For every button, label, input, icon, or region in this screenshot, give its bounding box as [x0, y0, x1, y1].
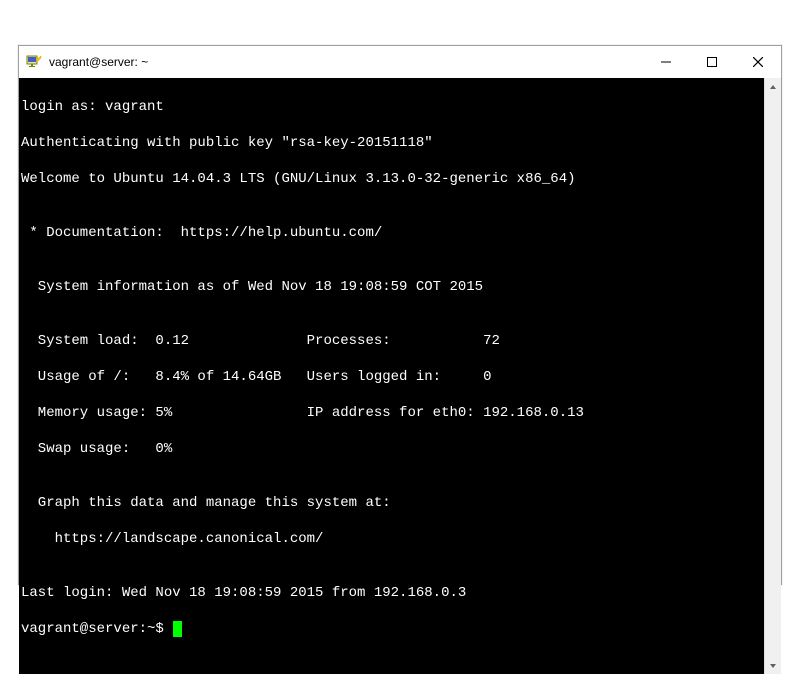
term-line: Usage of /: 8.4% of 14.64GB Users logged…	[21, 368, 764, 386]
cursor-block	[173, 621, 182, 637]
term-line: * Documentation: https://help.ubuntu.com…	[21, 224, 764, 242]
maximize-button[interactable]	[689, 46, 735, 78]
term-line: System load: 0.12 Processes: 72	[21, 332, 764, 350]
scroll-down-arrow-icon[interactable]	[765, 657, 781, 674]
window-titlebar[interactable]: vagrant@server: ~	[19, 46, 781, 78]
term-line: login as: vagrant	[21, 98, 764, 116]
minimize-button[interactable]	[643, 46, 689, 78]
window-title: vagrant@server: ~	[49, 55, 643, 69]
term-line: https://landscape.canonical.com/	[21, 530, 764, 548]
putty-window: vagrant@server: ~ login as: vagrant Auth…	[18, 45, 782, 585]
term-line: Authenticating with public key "rsa-key-…	[21, 134, 764, 152]
putty-icon	[25, 53, 43, 71]
term-line: System information as of Wed Nov 18 19:0…	[21, 278, 764, 296]
term-line: Memory usage: 5% IP address for eth0: 19…	[21, 404, 764, 422]
client-area: login as: vagrant Authenticating with pu…	[19, 78, 781, 674]
scroll-up-arrow-icon[interactable]	[765, 78, 781, 95]
term-line: Graph this data and manage this system a…	[21, 494, 764, 512]
window-controls	[643, 46, 781, 78]
shell-prompt: vagrant@server:~$	[21, 621, 172, 637]
term-line: Swap usage: 0%	[21, 440, 764, 458]
prompt-line: vagrant@server:~$	[21, 620, 764, 638]
terminal-output[interactable]: login as: vagrant Authenticating with pu…	[19, 78, 764, 674]
term-line: Welcome to Ubuntu 14.04.3 LTS (GNU/Linux…	[21, 170, 764, 188]
vertical-scrollbar[interactable]	[764, 78, 781, 674]
close-button[interactable]	[735, 46, 781, 78]
term-line: Last login: Wed Nov 18 19:08:59 2015 fro…	[21, 584, 764, 602]
